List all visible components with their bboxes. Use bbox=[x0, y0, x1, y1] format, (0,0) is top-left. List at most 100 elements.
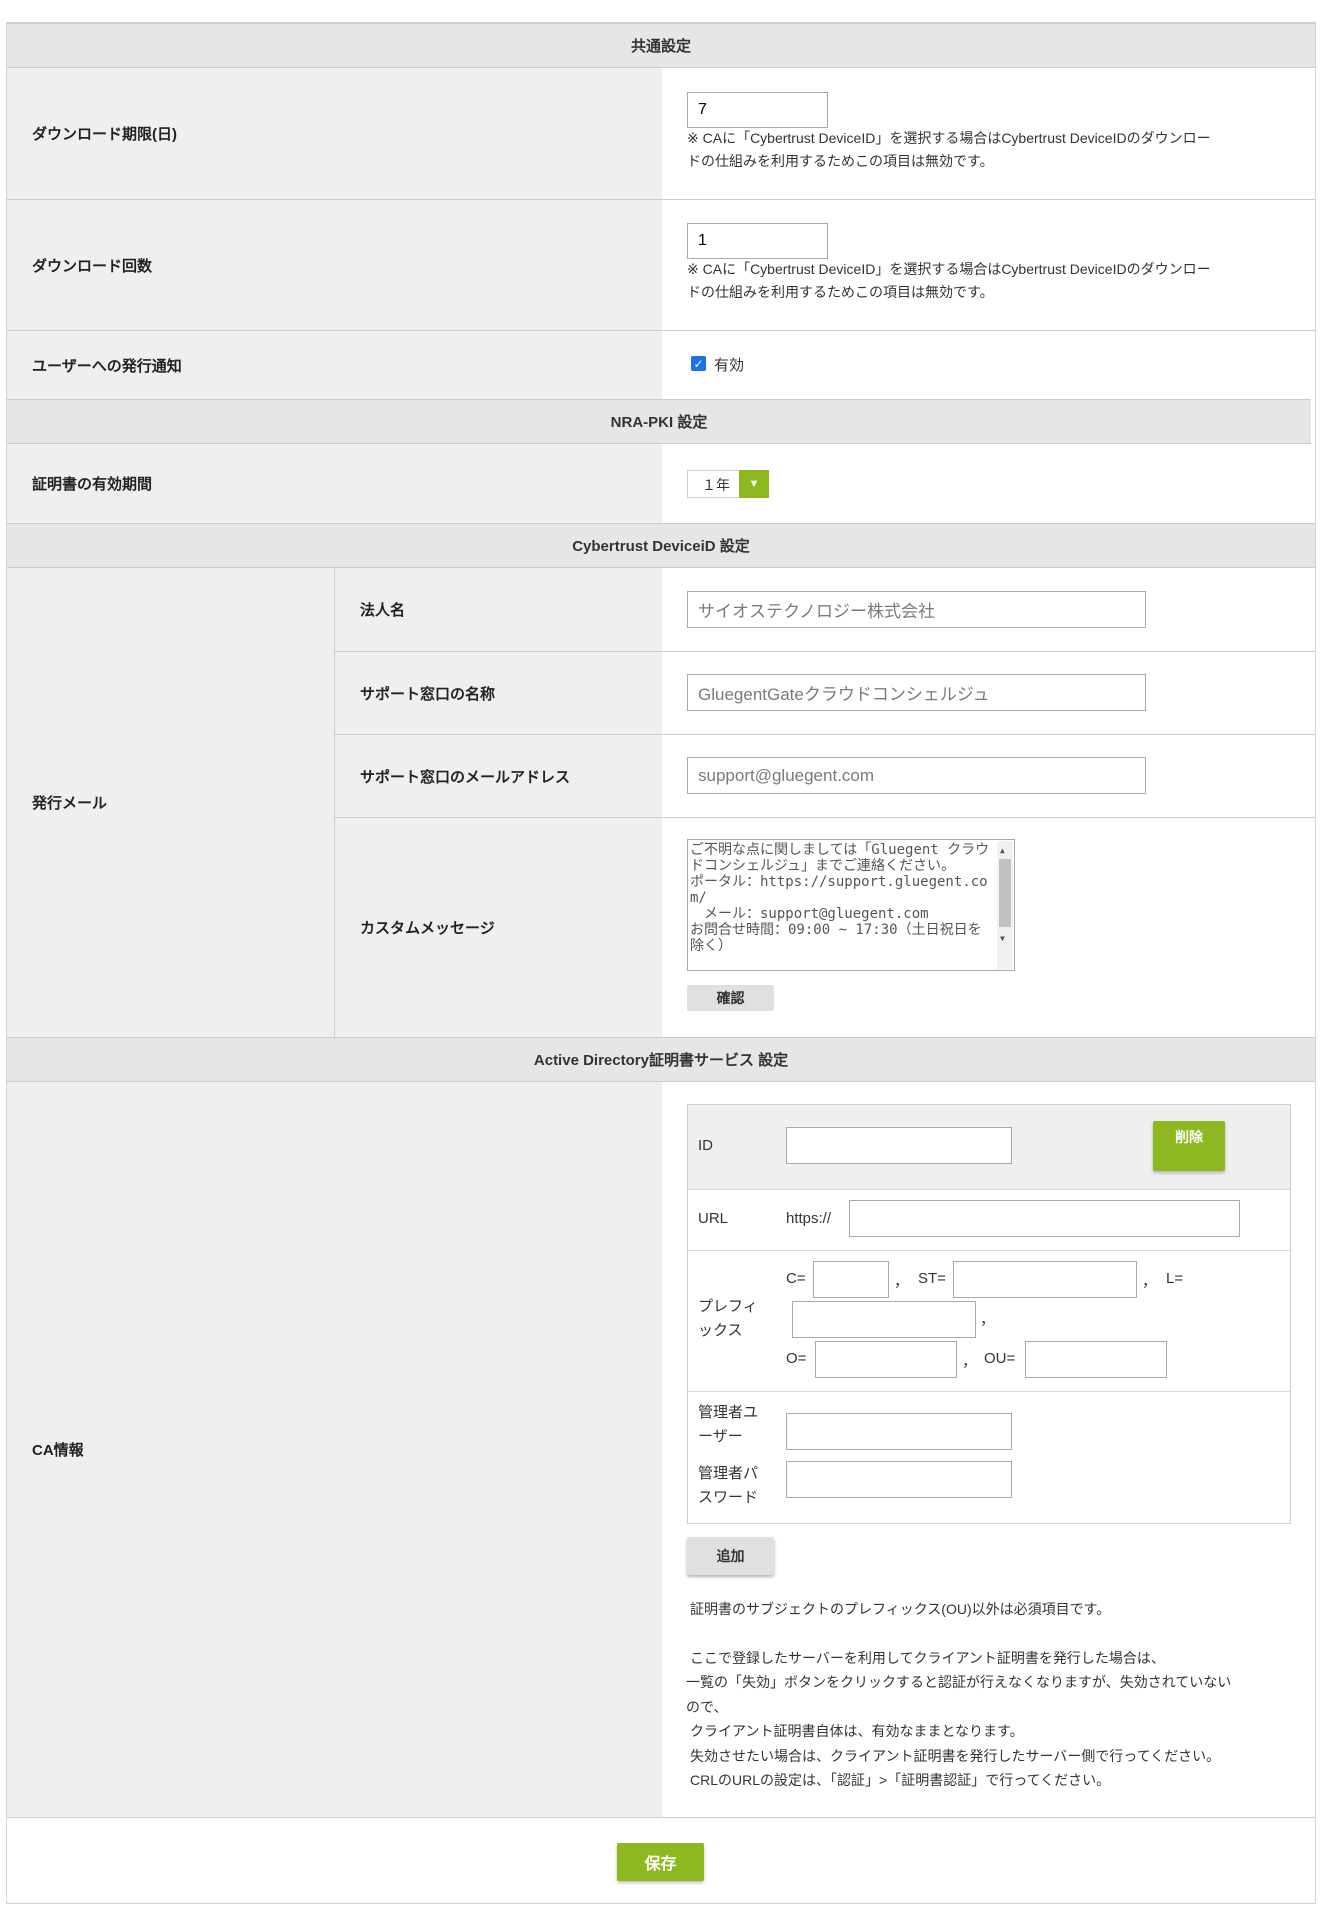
section-header-adcs: Active Directory証明書サービス 設定 bbox=[7, 1037, 1315, 1082]
download-count-note-line2: ドの仕組みを利用するためこの項目は無効です。 bbox=[687, 284, 994, 300]
support-mail-input[interactable]: support@gluegent.com bbox=[687, 757, 1146, 794]
divider bbox=[688, 1189, 1290, 1190]
ca-note-line: ので、 bbox=[686, 1698, 728, 1715]
notify-label: ユーザーへの発行通知 bbox=[32, 357, 182, 375]
validity-select[interactable]: １年 ▼ bbox=[687, 470, 769, 498]
scroll-down-icon[interactable]: ▼ bbox=[1000, 931, 1005, 947]
download-count-label: ダウンロード回数 bbox=[32, 257, 153, 275]
corp-name-label: 法人名 bbox=[360, 602, 406, 619]
comma: ， bbox=[962, 1353, 978, 1370]
download-days-label: ダウンロード期限(日) bbox=[32, 126, 177, 143]
ca-note-line: 失効させたい場合は、クライアント証明書を発行したサーバー側で行ってください。 bbox=[690, 1747, 1221, 1764]
download-days-note-line1: ※ CAに「Cybertrust DeviceID」を選択する場合はCybert… bbox=[687, 130, 1211, 146]
c-label: C= bbox=[786, 1270, 806, 1287]
url-prefix: https:// bbox=[786, 1210, 832, 1227]
ca-note-line: クライアント証明書自体は、有効なままとなります。 bbox=[690, 1723, 1024, 1739]
save-button[interactable]: 保存 bbox=[617, 1843, 704, 1881]
row-label-corp-name: 法人名 bbox=[334, 568, 662, 651]
row-label-notify: ユーザーへの発行通知 bbox=[7, 331, 662, 399]
st-input[interactable] bbox=[953, 1261, 1137, 1298]
confirm-button-label: 確認 bbox=[716, 990, 745, 1006]
download-days-note-line2: ドの仕組みを利用するためこの項目は無効です。 bbox=[687, 153, 994, 169]
section-title-cybertrust: Cybertrust DeviceiD 設定 bbox=[572, 538, 750, 555]
save-button-label: 保存 bbox=[644, 1856, 677, 1873]
section-title-common: 共通設定 bbox=[630, 38, 691, 55]
issue-mail-label: 発行メール bbox=[32, 795, 108, 812]
admin-pass-input[interactable] bbox=[786, 1461, 1012, 1498]
scroll-up-icon[interactable]: ▲ bbox=[1000, 843, 1005, 859]
ou-label: OU= bbox=[984, 1350, 1016, 1367]
divider bbox=[688, 1250, 1290, 1251]
validity-selected: １年 bbox=[702, 477, 730, 493]
corp-name-input[interactable]: サイオステクノロジー株式会社 bbox=[687, 591, 1146, 628]
custom-message-label: カスタムメッセージ bbox=[360, 920, 495, 937]
support-mail-label: サポート窓口のメールアドレス bbox=[360, 768, 571, 786]
admin-pass-label-line2: スワード bbox=[698, 1489, 759, 1506]
divider bbox=[688, 1391, 1290, 1392]
add-button[interactable]: 追加 bbox=[687, 1537, 774, 1575]
scroll-thumb[interactable] bbox=[999, 859, 1011, 927]
section-header-cybertrust: Cybertrust DeviceiD 設定 bbox=[7, 523, 1315, 568]
admin-user-label-line2: ーザー bbox=[698, 1428, 743, 1445]
section-header-common: 共通設定 bbox=[7, 23, 1315, 68]
divider bbox=[7, 1817, 1315, 1818]
row-label-support-mail: サポート窓口のメールアドレス bbox=[334, 735, 662, 817]
prefix-label-line1: プレフィ bbox=[698, 1298, 758, 1315]
admin-pass-label-line1: 管理者パ bbox=[698, 1465, 759, 1482]
admin-pass-label: 管理者パ スワード bbox=[698, 1462, 758, 1510]
corp-name-placeholder: サイオステクノロジー株式会社 bbox=[698, 602, 935, 621]
validity-label: 証明書の有効期間 bbox=[32, 476, 153, 493]
ca-note-line: 証明書のサブジェクトのプレフィックス(OU)以外は必須項目です。 bbox=[690, 1601, 1111, 1617]
delete-button[interactable]: 削除 bbox=[1153, 1121, 1225, 1171]
row-label-ca-info: CA情報 bbox=[7, 1082, 662, 1817]
settings-form: 共通設定 ダウンロード期限(日) 7 ※ CAに「Cybertrust Devi… bbox=[6, 22, 1316, 1904]
ca-note-line bbox=[690, 1622, 1290, 1646]
confirm-button[interactable]: 確認 bbox=[687, 985, 774, 1011]
o-label: O= bbox=[786, 1350, 807, 1367]
prefix-label-line2: ックス bbox=[698, 1322, 743, 1339]
support-mail-placeholder: support@gluegent.com bbox=[698, 765, 875, 785]
section-title-nra: NRA-PKI 設定 bbox=[610, 414, 708, 431]
download-count-note-line1: ※ CAに「Cybertrust DeviceID」を選択する場合はCybert… bbox=[687, 261, 1211, 277]
ca-notes: 証明書のサブジェクトのプレフィックス(OU)以外は必須項目です。 ここで登録した… bbox=[686, 1597, 1290, 1793]
support-name-label: サポート窓口の名称 bbox=[360, 685, 496, 703]
ca-id-input[interactable] bbox=[786, 1127, 1012, 1164]
o-input[interactable] bbox=[815, 1341, 957, 1378]
ca-id-label: ID bbox=[698, 1137, 713, 1154]
custom-message-textarea[interactable]: ご不明な点に関しましては「Gluegent クラウドコンシェルジュ」までご連絡く… bbox=[687, 839, 1015, 971]
comma: ， bbox=[894, 1273, 910, 1290]
ca-info-label: CA情報 bbox=[32, 1442, 84, 1459]
download-days-note: ※ CAに「Cybertrust DeviceID」を選択する場合はCybert… bbox=[687, 127, 1287, 173]
url-input[interactable] bbox=[849, 1200, 1240, 1237]
download-count-note: ※ CAに「Cybertrust DeviceID」を選択する場合はCybert… bbox=[687, 258, 1287, 304]
textarea-scrollbar[interactable]: ▲ ▼ bbox=[997, 841, 1013, 969]
row-label-download-count: ダウンロード回数 bbox=[7, 200, 662, 330]
admin-user-label: 管理者ユ ーザー bbox=[698, 1401, 758, 1449]
support-name-placeholder: GluegentGateクラウドコンシェルジュ bbox=[698, 685, 990, 704]
comma: ， bbox=[980, 1311, 996, 1328]
row-label-support-name: サポート窓口の名称 bbox=[334, 652, 662, 734]
section-header-nra: NRA-PKI 設定 bbox=[7, 399, 1311, 444]
download-count-value: 1 bbox=[698, 232, 707, 249]
ca-note-line: CRLのURLの設定は、「認証」>「証明書認証」で行ってください。 bbox=[690, 1772, 1111, 1788]
section-title-adcs: Active Directory証明書サービス 設定 bbox=[533, 1052, 789, 1069]
notify-checkbox[interactable]: ✓ bbox=[691, 356, 706, 371]
support-name-input[interactable]: GluegentGateクラウドコンシェルジュ bbox=[687, 674, 1146, 711]
row-label-validity: 証明書の有効期間 bbox=[7, 444, 662, 523]
ca-note-line: 一覧の「失効」ボタンをクリックすると認証が行えなくなりますが、失効されていない bbox=[686, 1674, 1232, 1690]
admin-user-input[interactable] bbox=[786, 1413, 1012, 1450]
st-label: ST= bbox=[918, 1270, 946, 1287]
download-days-input[interactable]: 7 bbox=[687, 92, 828, 128]
l-input[interactable] bbox=[792, 1301, 976, 1338]
download-count-input[interactable]: 1 bbox=[687, 223, 828, 259]
c-input[interactable] bbox=[813, 1261, 889, 1298]
row-label-download-days: ダウンロード期限(日) bbox=[7, 68, 662, 199]
url-label: URL bbox=[698, 1210, 729, 1227]
ou-input[interactable] bbox=[1025, 1341, 1167, 1378]
comma: ， bbox=[1142, 1273, 1158, 1290]
download-days-value: 7 bbox=[698, 101, 707, 118]
row-label-custom-message: カスタムメッセージ bbox=[334, 818, 662, 1037]
admin-user-label-line1: 管理者ユ bbox=[698, 1404, 759, 1421]
prefix-label: プレフィ ックス bbox=[698, 1295, 758, 1343]
l-label: L= bbox=[1166, 1270, 1184, 1287]
